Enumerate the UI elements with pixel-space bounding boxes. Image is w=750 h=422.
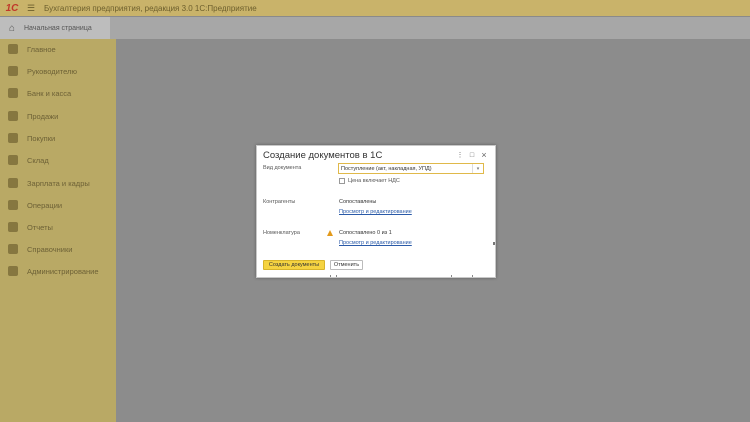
sidebar-item-label: Руководителю [27,66,78,76]
logo-text: 1С [5,2,19,14]
create-documents-dialog: Создание документов в 1С ⋮ □ × Вид докум… [256,145,496,278]
sidebar-item-sales[interactable]: Продажи [0,109,116,123]
more-icon[interactable]: ⋮ [456,151,464,159]
sidebar: Главное Руководителю Банк и касса Продаж… [0,39,116,422]
home-icon: ⌂ [8,22,16,34]
divider-tick [472,275,473,277]
sidebar-item-admin[interactable]: Администрирование [0,264,116,278]
scrollbar-thumb[interactable] [493,242,495,245]
counterparties-edit-link[interactable]: Просмотр и редактирование [339,209,412,215]
vat-checkbox[interactable] [339,178,345,184]
app-titlebar: 1С ☰ Бухгалтерия предприятия, редакция 3… [0,0,750,16]
divider-tick [451,275,452,277]
divider-tick [330,275,331,277]
report-icon [8,222,18,232]
app-logo[interactable]: 1С [0,0,24,16]
sidebar-item-purchases[interactable]: Покупки [0,131,116,145]
sidebar-item-main[interactable]: Главное [0,42,116,56]
doc-type-select[interactable]: Поступление (акт, накладная, УПД) ▾ [338,163,484,174]
doc-type-value: Поступление (акт, накладная, УПД) [341,166,432,172]
sidebar-item-label: Зарплата и кадры [27,178,90,188]
nomenclature-edit-link[interactable]: Просмотр и редактирование [339,240,412,246]
sidebar-item-salary[interactable]: Зарплата и кадры [0,176,116,190]
sidebar-item-reports[interactable]: Отчеты [0,220,116,234]
sidebar-item-bank[interactable]: Банк и касса [0,86,116,100]
sidebar-item-label: Покупки [27,133,56,143]
dialog-title: Создание документов в 1С [263,150,383,161]
gear-icon [8,266,18,276]
tab-bar: ⌂ Начальная страница [0,17,750,39]
sidebar-item-label: Продажи [27,111,59,121]
vat-checkbox-label[interactable]: Цена включает НДС [348,178,400,184]
app-title: Бухгалтерия предприятия, редакция 3.0 1С… [44,3,257,13]
person-icon [8,178,18,188]
sidebar-item-directories[interactable]: Справочники [0,242,116,256]
cancel-button[interactable]: Отменить [330,260,363,270]
sidebar-item-label: Операции [27,200,63,210]
sidebar-item-label: Отчеты [27,222,53,232]
counterparties-label: Контрагенты [263,199,296,205]
warning-icon [327,230,333,236]
counterparties-status: Сопоставлены [339,199,377,205]
warehouse-icon [8,155,18,165]
sidebar-item-label: Справочники [27,244,73,254]
bank-icon [8,88,18,98]
tab-home[interactable]: ⌂ Начальная страница [0,17,110,39]
sidebar-item-label: Главное [27,44,56,54]
chevron-down-icon[interactable]: ▾ [472,164,483,173]
chart-icon [8,66,18,76]
sidebar-item-operations[interactable]: Операции [0,198,116,212]
doc-type-label: Вид документа [263,165,302,171]
menu-icon[interactable]: ☰ [24,1,38,15]
maximize-icon[interactable]: □ [468,151,476,159]
operations-icon [8,200,18,210]
divider-tick [336,275,337,277]
create-documents-button[interactable]: Создать документы [263,260,325,270]
sidebar-item-manager[interactable]: Руководителю [0,64,116,78]
book-icon [8,244,18,254]
home-icon [8,44,18,54]
nomenclature-label: Номенклатура [263,230,300,236]
sidebar-item-warehouse[interactable]: Склад [0,153,116,167]
sidebar-item-label: Склад [27,155,49,165]
dialog-scrollbar[interactable] [492,196,495,266]
cart-icon [8,111,18,121]
close-icon[interactable]: × [480,150,488,160]
sidebar-item-label: Банк и касса [27,88,72,98]
tab-home-label: Начальная страница [24,24,92,32]
nomenclature-status: Сопоставлено 0 из 1 [339,230,392,236]
basket-icon [8,133,18,143]
sidebar-item-label: Администрирование [27,266,99,276]
